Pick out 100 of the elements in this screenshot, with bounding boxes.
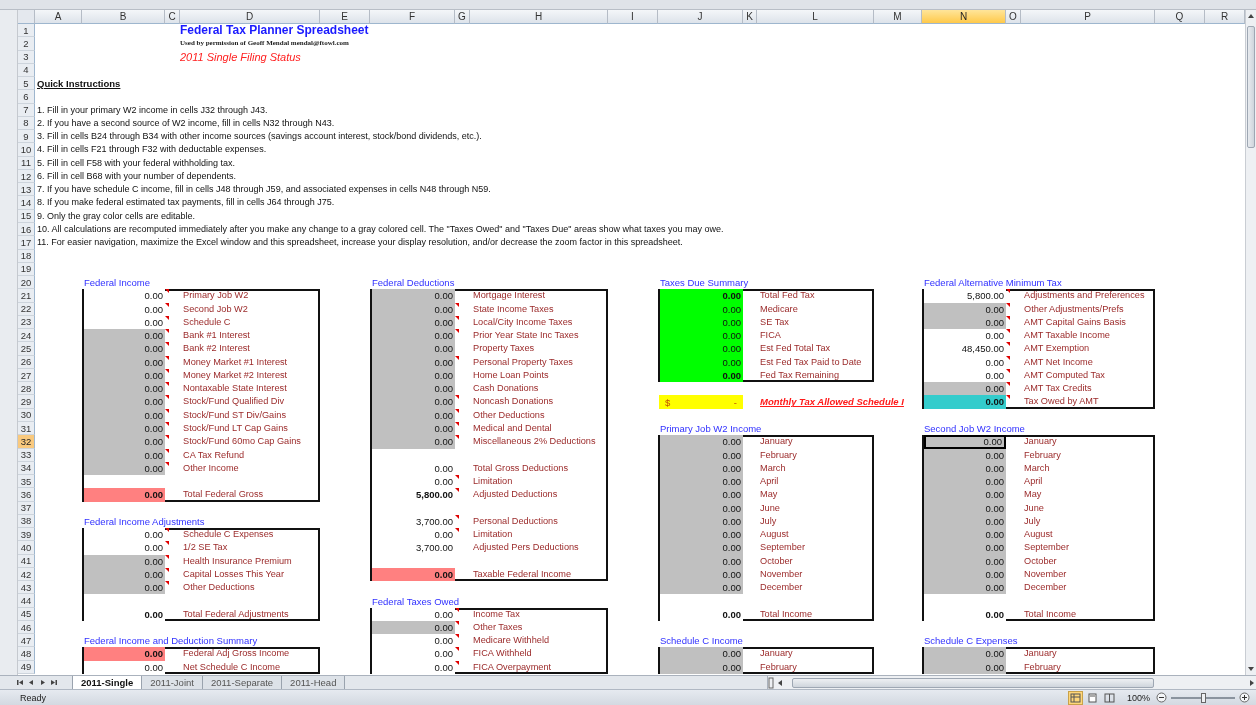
value-cell[interactable]: 0.00 bbox=[660, 342, 743, 356]
value-cell[interactable]: 0.00 bbox=[924, 395, 1006, 409]
value-cell[interactable]: 0.00 bbox=[660, 647, 743, 661]
row-header[interactable]: 1 bbox=[18, 24, 35, 38]
value-cell[interactable]: 0.00 bbox=[84, 395, 165, 409]
row-header[interactable]: 17 bbox=[18, 236, 35, 250]
column-header[interactable]: F bbox=[370, 10, 455, 24]
column-header[interactable]: K bbox=[743, 10, 757, 24]
sheet-tab[interactable]: 2011-Head bbox=[282, 676, 346, 689]
row-header[interactable]: 28 bbox=[18, 382, 35, 396]
value-cell[interactable]: 0.00 bbox=[84, 342, 165, 356]
scrollbar-thumb[interactable] bbox=[792, 677, 1154, 688]
column-header[interactable]: R bbox=[1205, 10, 1245, 24]
row-header[interactable]: 21 bbox=[18, 289, 35, 303]
row-header[interactable]: 20 bbox=[18, 276, 35, 290]
column-header[interactable]: E bbox=[320, 10, 370, 24]
column-header[interactable]: G bbox=[455, 10, 470, 24]
last-sheet-icon[interactable] bbox=[49, 678, 58, 687]
value-cell[interactable]: 5,800.00 bbox=[924, 289, 1006, 303]
column-header[interactable]: P bbox=[1021, 10, 1155, 24]
page-break-icon[interactable] bbox=[1103, 692, 1115, 703]
row-header[interactable]: 5 bbox=[18, 77, 35, 91]
value-cell[interactable]: 0.00 bbox=[372, 329, 455, 343]
column-header[interactable]: C bbox=[165, 10, 180, 24]
column-header[interactable]: N bbox=[922, 10, 1006, 24]
scroll-left-arrow-icon[interactable] bbox=[776, 677, 784, 688]
value-cell[interactable]: 0.00 bbox=[924, 528, 1006, 542]
value-cell[interactable]: 0.00 bbox=[924, 647, 1006, 661]
value-cell[interactable]: 0.00 bbox=[372, 435, 455, 449]
row-header[interactable]: 32 bbox=[18, 435, 35, 449]
row-label: October bbox=[759, 554, 794, 568]
column-header[interactable]: L bbox=[757, 10, 874, 24]
sheet-tab[interactable]: 2011-Joint bbox=[142, 676, 203, 689]
column-header[interactable]: J bbox=[658, 10, 743, 24]
page-layout-icon[interactable] bbox=[1086, 692, 1098, 703]
row-header[interactable]: 40 bbox=[18, 541, 35, 555]
value-cell[interactable]: 0.00 bbox=[924, 581, 1006, 595]
value-cell[interactable]: 0.00 bbox=[924, 488, 1006, 502]
scrollbar-thumb[interactable] bbox=[1247, 26, 1255, 148]
row-header[interactable]: 35 bbox=[18, 475, 35, 489]
value-cell[interactable]: 0.00 bbox=[924, 435, 1006, 449]
column-header[interactable]: H bbox=[470, 10, 608, 24]
row-header[interactable]: 10 bbox=[18, 143, 35, 157]
previous-sheet-icon[interactable] bbox=[27, 678, 36, 687]
value-cell[interactable]: 0.00 bbox=[84, 581, 165, 595]
row-header[interactable]: 36 bbox=[18, 488, 35, 502]
value-cell[interactable]: 0.00 bbox=[660, 435, 743, 449]
column-header[interactable]: M bbox=[874, 10, 922, 24]
zoom-in-icon[interactable] bbox=[1239, 692, 1250, 703]
value-cell[interactable]: 0.00 bbox=[924, 541, 1006, 555]
row-header[interactable]: 2 bbox=[18, 37, 35, 51]
value-cell[interactable]: 0.00 bbox=[84, 382, 165, 396]
column-header[interactable]: D bbox=[180, 10, 320, 24]
slider-thumb[interactable] bbox=[1201, 692, 1206, 703]
value-cell[interactable]: 0.00 bbox=[372, 342, 455, 356]
value-cell[interactable]: 0.00 bbox=[84, 329, 165, 343]
value-cell[interactable]: 0.00 bbox=[372, 395, 455, 409]
value-cell[interactable]: 0.00 bbox=[372, 607, 455, 621]
row-header[interactable]: 9 bbox=[18, 130, 35, 144]
row-header[interactable]: 44 bbox=[18, 594, 35, 608]
column-header[interactable]: B bbox=[82, 10, 165, 24]
value-cell[interactable]: 0.00 bbox=[372, 567, 455, 582]
sheet-tab[interactable]: 2011-Separate bbox=[202, 676, 283, 689]
column-header[interactable]: Q bbox=[1155, 10, 1205, 24]
zoom-out-icon[interactable] bbox=[1156, 692, 1167, 703]
row-header[interactable]: 6 bbox=[18, 90, 35, 104]
value-cell[interactable]: 0.00 bbox=[84, 435, 165, 449]
row-header[interactable]: 47 bbox=[18, 634, 35, 648]
highlight-cell[interactable]: $ - bbox=[659, 395, 743, 409]
row-header[interactable]: 13 bbox=[18, 183, 35, 197]
value-cell[interactable]: 0.00 bbox=[84, 647, 165, 661]
value-cell[interactable]: 0.00 bbox=[660, 488, 743, 502]
column-header[interactable]: I bbox=[608, 10, 658, 24]
row-header[interactable]: 14 bbox=[18, 196, 35, 210]
value-cell[interactable]: 0.00 bbox=[924, 475, 1006, 489]
row-header[interactable]: 43 bbox=[18, 581, 35, 595]
value-cell[interactable]: 0.00 bbox=[660, 329, 743, 343]
zoom-level[interactable]: 100% bbox=[1126, 692, 1150, 703]
normal-view-icon[interactable] bbox=[1069, 692, 1081, 703]
first-sheet-icon[interactable] bbox=[16, 678, 25, 687]
row-header[interactable]: 25 bbox=[18, 342, 35, 356]
value-cell[interactable]: 0.00 bbox=[924, 382, 1006, 396]
value-cell[interactable]: 0.00 bbox=[660, 581, 743, 595]
value-cell[interactable]: 0.00 bbox=[660, 475, 743, 489]
value-cell[interactable]: 0.00 bbox=[660, 541, 743, 555]
row-header[interactable]: 29 bbox=[18, 395, 35, 409]
value-cell[interactable]: 0.00 bbox=[660, 528, 743, 542]
row-header[interactable]: 24 bbox=[18, 329, 35, 343]
row-header[interactable]: 48 bbox=[18, 647, 35, 661]
value-cell[interactable]: 0.00 bbox=[84, 488, 165, 502]
sheet-tab[interactable]: 2011-Single bbox=[72, 676, 143, 689]
split-handle-icon[interactable] bbox=[768, 676, 774, 689]
scroll-right-arrow-icon[interactable] bbox=[1248, 677, 1256, 688]
value-cell[interactable]: 0.00 bbox=[372, 382, 455, 396]
row-header[interactable]: 39 bbox=[18, 528, 35, 542]
column-header[interactable]: O bbox=[1006, 10, 1021, 24]
column-header[interactable]: A bbox=[35, 10, 82, 24]
value-cell[interactable]: 0.00 bbox=[372, 289, 455, 303]
next-sheet-icon[interactable] bbox=[38, 678, 47, 687]
value-cell[interactable]: 0.00 bbox=[660, 289, 743, 303]
